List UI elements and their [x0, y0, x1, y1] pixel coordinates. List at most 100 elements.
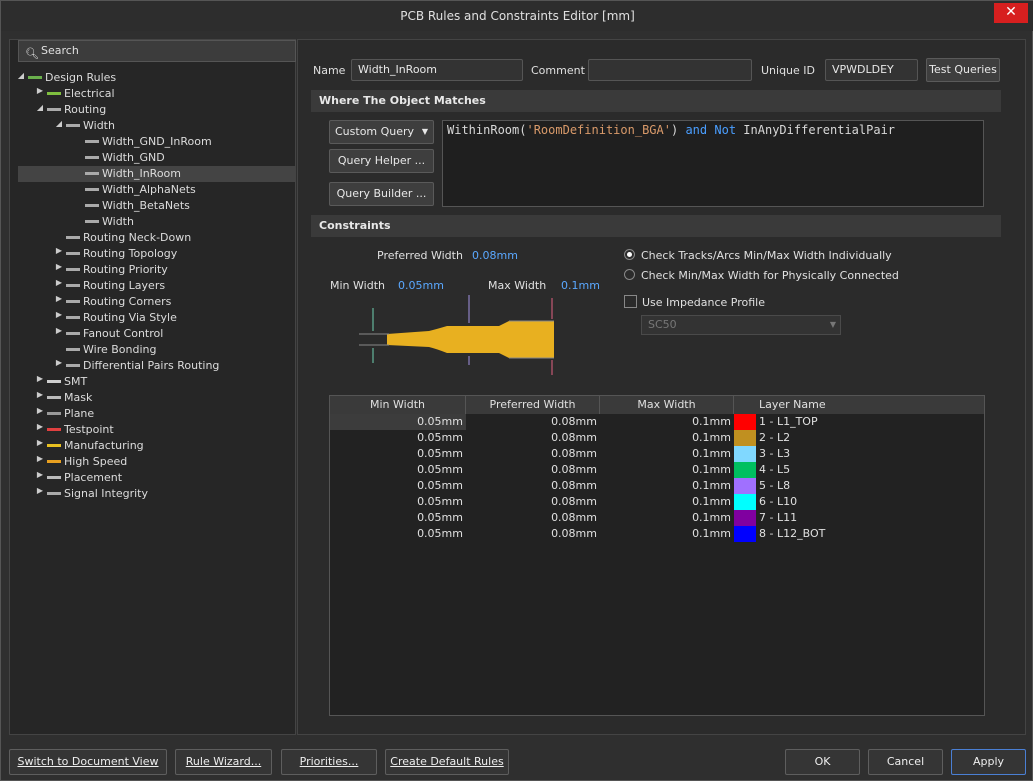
collapsed-arrow-icon[interactable]: ▶	[54, 358, 64, 367]
max-width-cell[interactable]: 0.1mm	[600, 462, 734, 478]
tree-item[interactable]: Plane	[47, 406, 94, 422]
max-width-cell[interactable]: 0.1mm	[600, 430, 734, 446]
collapsed-arrow-icon[interactable]: ▶	[54, 278, 64, 287]
rule-wizard-button[interactable]: Rule Wizard...	[175, 749, 272, 775]
tree-item[interactable]: Width_BetaNets	[85, 198, 190, 214]
min-width-cell[interactable]: 0.05mm	[330, 478, 466, 494]
max-width-cell[interactable]: 0.1mm	[600, 494, 734, 510]
close-icon[interactable]: ✕	[994, 3, 1028, 23]
preferred-width-cell[interactable]: 0.08mm	[466, 430, 600, 446]
tree-item[interactable]: Routing Corners	[66, 294, 171, 310]
tree-item[interactable]: Width_AlphaNets	[85, 182, 196, 198]
impedance-profile-dropdown[interactable]: SC50 ▼	[641, 315, 841, 335]
table-row[interactable]: 0.05mm 0.08mm 0.1mm 8 - L12_BOT	[330, 526, 984, 542]
tree-item[interactable]: Routing Neck-Down	[66, 230, 191, 246]
create-default-rules-button[interactable]: Create Default Rules	[385, 749, 509, 775]
switch-document-view-button[interactable]: Switch to Document View	[9, 749, 167, 775]
table-row[interactable]: 0.05mm 0.08mm 0.1mm 5 - L8	[330, 478, 984, 494]
collapsed-arrow-icon[interactable]: ▶	[54, 262, 64, 271]
preferred-width-cell[interactable]: 0.08mm	[466, 414, 600, 430]
expanded-arrow-icon[interactable]: ◢	[54, 119, 64, 128]
impedance-checkbox[interactable]	[624, 295, 637, 308]
min-width-cell[interactable]: 0.05mm	[330, 430, 466, 446]
col-header-layer[interactable]: Layer Name	[734, 396, 984, 414]
check-individually-radio[interactable]	[624, 249, 635, 260]
table-row[interactable]: 0.05mm 0.08mm 0.1mm 2 - L2	[330, 430, 984, 446]
table-row[interactable]: 0.05mm 0.08mm 0.1mm 6 - L10	[330, 494, 984, 510]
query-type-dropdown[interactable]: Custom Query ▼	[329, 120, 434, 144]
max-width-value[interactable]: 0.1mm	[561, 279, 600, 292]
min-width-cell[interactable]: 0.05mm	[330, 494, 466, 510]
query-builder-button[interactable]: Query Builder ...	[329, 182, 434, 206]
collapsed-arrow-icon[interactable]: ▶	[35, 486, 45, 495]
tree-item[interactable]: Mask	[47, 390, 92, 406]
max-width-cell[interactable]: 0.1mm	[600, 414, 734, 430]
unique-id-field[interactable]: VPWDLDEY	[825, 59, 918, 81]
min-width-cell[interactable]: 0.05mm	[330, 510, 466, 526]
collapsed-arrow-icon[interactable]: ▶	[35, 86, 45, 95]
preferred-width-cell[interactable]: 0.08mm	[466, 494, 600, 510]
table-row[interactable]: 0.05mm 0.08mm 0.1mm 1 - L1_TOP	[330, 414, 984, 430]
tree-item[interactable]: Differential Pairs Routing	[66, 358, 219, 374]
min-width-cell[interactable]: 0.05mm	[330, 446, 466, 462]
check-individually-label[interactable]: Check Tracks/Arcs Min/Max Width Individu…	[641, 249, 892, 262]
preferred-width-cell[interactable]: 0.08mm	[466, 526, 600, 542]
query-helper-button[interactable]: Query Helper ...	[329, 149, 434, 173]
collapsed-arrow-icon[interactable]: ▶	[35, 454, 45, 463]
collapsed-arrow-icon[interactable]: ▶	[35, 422, 45, 431]
tree-item[interactable]: Placement	[47, 470, 122, 486]
collapsed-arrow-icon[interactable]: ▶	[35, 390, 45, 399]
collapsed-arrow-icon[interactable]: ▶	[54, 310, 64, 319]
preferred-width-value[interactable]: 0.08mm	[472, 249, 518, 262]
max-width-cell[interactable]: 0.1mm	[600, 446, 734, 462]
tree-item[interactable]: Design Rules	[28, 70, 116, 86]
search-input[interactable]: 🔍︎ Search	[18, 40, 296, 62]
tree-item[interactable]: Routing Layers	[66, 278, 165, 294]
preferred-width-cell[interactable]: 0.08mm	[466, 462, 600, 478]
collapsed-arrow-icon[interactable]: ▶	[54, 326, 64, 335]
ok-button[interactable]: OK	[785, 749, 860, 775]
tree-item[interactable]: Width_GND_InRoom	[85, 134, 212, 150]
cancel-button[interactable]: Cancel	[868, 749, 943, 775]
tree-item[interactable]: Width_InRoom	[18, 166, 296, 182]
min-width-cell[interactable]: 0.05mm	[330, 462, 466, 478]
priorities-button[interactable]: Priorities...	[281, 749, 377, 775]
tree-item[interactable]: Wire Bonding	[66, 342, 156, 358]
expanded-arrow-icon[interactable]: ◢	[16, 71, 26, 80]
preferred-width-cell[interactable]: 0.08mm	[466, 446, 600, 462]
tree-item[interactable]: Routing Topology	[66, 246, 177, 262]
tree-item[interactable]: Width_GND	[85, 150, 165, 166]
max-width-cell[interactable]: 0.1mm	[600, 478, 734, 494]
tree-item[interactable]: Routing Priority	[66, 262, 168, 278]
tree-item[interactable]: Routing	[47, 102, 106, 118]
max-width-cell[interactable]: 0.1mm	[600, 526, 734, 542]
check-connected-radio[interactable]	[624, 269, 635, 280]
collapsed-arrow-icon[interactable]: ▶	[35, 406, 45, 415]
table-row[interactable]: 0.05mm 0.08mm 0.1mm 7 - L11	[330, 510, 984, 526]
tree-item[interactable]: Testpoint	[47, 422, 114, 438]
max-width-cell[interactable]: 0.1mm	[600, 510, 734, 526]
tree-item[interactable]: Fanout Control	[66, 326, 163, 342]
table-row[interactable]: 0.05mm 0.08mm 0.1mm 3 - L3	[330, 446, 984, 462]
preferred-width-cell[interactable]: 0.08mm	[466, 478, 600, 494]
tree-item[interactable]: Routing Via Style	[66, 310, 177, 326]
min-width-cell[interactable]: 0.05mm	[330, 526, 466, 542]
name-field[interactable]: Width_InRoom	[351, 59, 523, 81]
query-editor[interactable]: WithinRoom('RoomDefinition_BGA') and Not…	[442, 120, 984, 207]
min-width-cell[interactable]: 0.05mm	[330, 414, 466, 430]
expanded-arrow-icon[interactable]: ◢	[35, 103, 45, 112]
comment-field[interactable]	[588, 59, 752, 81]
col-header-min[interactable]: Min Width	[330, 396, 466, 414]
tree-item[interactable]: Signal Integrity	[47, 486, 148, 502]
table-row[interactable]: 0.05mm 0.08mm 0.1mm 4 - L5	[330, 462, 984, 478]
collapsed-arrow-icon[interactable]: ▶	[35, 438, 45, 447]
tree-item[interactable]: Electrical	[47, 86, 115, 102]
tree-item[interactable]: Width	[66, 118, 115, 134]
min-width-value[interactable]: 0.05mm	[398, 279, 444, 292]
col-header-max[interactable]: Max Width	[600, 396, 734, 414]
apply-button[interactable]: Apply	[951, 749, 1026, 775]
tree-item[interactable]: Width	[85, 214, 134, 230]
test-queries-button[interactable]: Test Queries	[926, 58, 1000, 82]
check-connected-label[interactable]: Check Min/Max Width for Physically Conne…	[641, 269, 899, 282]
tree-item[interactable]: High Speed	[47, 454, 127, 470]
